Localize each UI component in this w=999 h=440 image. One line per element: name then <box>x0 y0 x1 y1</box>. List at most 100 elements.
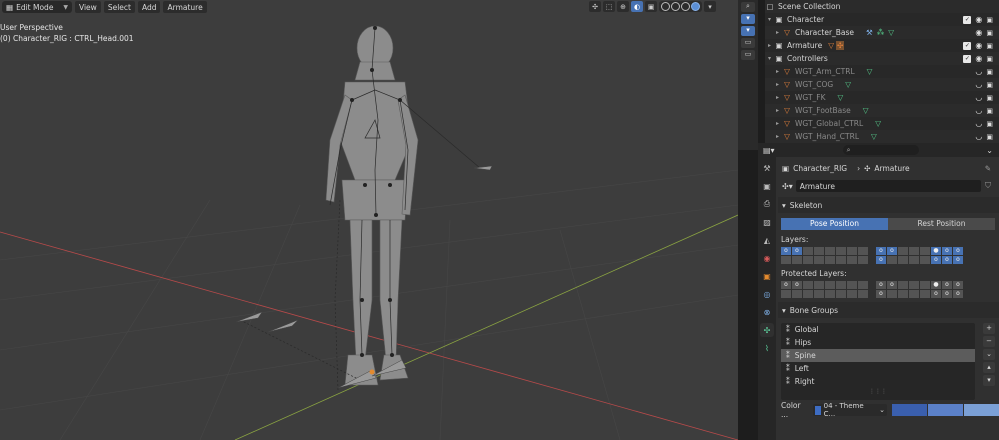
expand-arrow-icon[interactable]: ▸ <box>773 94 782 101</box>
pin-icon[interactable]: ✎ <box>985 164 991 173</box>
eye-hidden-icon[interactable]: ◡ <box>975 93 982 102</box>
camera-icon[interactable]: ▣ <box>986 68 993 76</box>
item-tab-icon[interactable]: ▾ <box>741 14 755 24</box>
wireframe-shading-icon[interactable] <box>661 2 670 11</box>
select-color-swatch[interactable] <box>928 404 963 416</box>
eye-icon[interactable]: ◉ <box>975 15 982 24</box>
menu-select[interactable]: Select <box>103 1 135 13</box>
outliner-row-wgt-footbase[interactable]: ▸ ▽ WGT_FootBase ▽ ◡ ▣ <box>765 104 999 117</box>
eye-hidden-icon[interactable]: ◡ <box>975 67 982 76</box>
menu-view[interactable]: View <box>75 1 101 13</box>
rest-position-button[interactable]: Rest Position <box>888 218 995 230</box>
armature-datablock-icon[interactable]: ✣▾ <box>782 182 793 191</box>
expand-arrow-icon[interactable]: ▾ <box>765 16 774 23</box>
protected-bank-left[interactable]: oo <box>781 281 868 298</box>
show-gizmo-icon[interactable]: ⊕ <box>617 1 629 12</box>
pose-position-button[interactable]: Pose Position <box>781 218 888 230</box>
active-color-swatch[interactable] <box>964 404 999 416</box>
viewport-gizmo-icon[interactable]: ✣ <box>589 1 601 12</box>
expand-arrow-icon[interactable]: ▸ <box>773 81 782 88</box>
material-shading-icon[interactable] <box>681 2 690 11</box>
list-item[interactable]: ⁑ Spine <box>781 349 975 362</box>
armature-data-tab-icon[interactable]: ✣ <box>760 323 774 337</box>
expand-arrow-icon[interactable]: ▸ <box>773 107 782 114</box>
properties-search[interactable]: ⌕ <box>842 145 919 155</box>
include-checkbox[interactable]: ✓ <box>963 54 972 63</box>
tool-tab-icon[interactable]: ▾ <box>741 26 755 36</box>
include-checkbox[interactable]: ✓ <box>963 15 972 24</box>
include-checkbox[interactable]: ✓ <box>963 41 972 50</box>
menu-armature[interactable]: Armature <box>163 1 207 13</box>
eye-hidden-icon[interactable]: ◡ <box>975 132 982 141</box>
constraints-tab-icon[interactable]: ⊗ <box>760 305 774 319</box>
normal-color-swatch[interactable] <box>892 404 927 416</box>
camera-icon[interactable]: ▣ <box>986 55 993 63</box>
bone-groups-list[interactable]: ⁑ Global ⁑ Hips ⁑ Spine ⁑ Left ⁑ Right ⋮⋮⋮ + … <box>781 323 995 400</box>
shading-options-chevron-icon[interactable]: ▾ <box>704 1 716 12</box>
camera-icon[interactable]: ▣ <box>986 29 993 37</box>
rendered-shading-icon[interactable] <box>691 2 700 11</box>
color-set-dropdown[interactable]: 04 - Theme C... ⌄ <box>812 402 887 418</box>
protected-bank-right[interactable]: o o ● o o oooo <box>876 281 963 298</box>
fake-user-shield-icon[interactable]: ⛉ <box>985 181 991 191</box>
outliner-row-wgt-global-ctrl[interactable]: ▸ ▽ WGT_Global_CTRL ▽ ◡ ▣ <box>765 117 999 130</box>
list-resize-grip-icon[interactable]: ⋮⋮⋮ <box>781 388 975 395</box>
editor-type-icon[interactable]: ▤▾ <box>763 146 775 155</box>
bone-groups-panel-header[interactable]: ▾ Bone Groups <box>778 302 999 318</box>
move-down-icon[interactable]: ▾ <box>983 375 995 386</box>
camera-icon[interactable]: ▣ <box>986 107 993 115</box>
outliner-row-wgt-arm-ctrl[interactable]: ▸ ▽ WGT_Arm_CTRL ▽ ◡ ▣ <box>765 65 999 78</box>
wrench-modifier-icon[interactable]: ⚒ <box>866 28 873 37</box>
bone-tab-icon[interactable]: ⌇ <box>760 341 774 355</box>
layer-bank-left[interactable]: oo <box>781 247 868 264</box>
armature-name-field[interactable]: Armature <box>795 180 981 192</box>
camera-icon[interactable]: ▣ <box>986 94 993 102</box>
object-tab-icon[interactable]: ▣ <box>760 269 774 283</box>
list-item[interactable]: ⁑ Hips <box>781 336 975 349</box>
chevron-down-icon[interactable]: ⌄ <box>986 146 993 155</box>
outliner-row-wgt-fk[interactable]: ▸ ▽ WGT_FK ▽ ◡ ▣ <box>765 91 999 104</box>
eye-icon[interactable]: ◉ <box>975 41 982 50</box>
expand-arrow-icon[interactable]: ▸ <box>765 42 774 49</box>
list-item[interactable]: ⁑ Left <box>781 362 975 375</box>
output-tab-icon[interactable]: ⎙ <box>760 197 774 211</box>
eye-hidden-icon[interactable]: ◡ <box>975 106 982 115</box>
expand-arrow-icon[interactable]: ▸ <box>773 120 782 127</box>
camera-icon[interactable]: ▣ <box>986 42 993 50</box>
physics-tab-icon[interactable]: ◎ <box>760 287 774 301</box>
skeleton-panel-header[interactable]: ▾ Skeleton <box>778 197 999 213</box>
view-tab-icon[interactable]: ▭ <box>741 38 755 48</box>
expand-arrow-icon[interactable]: ▸ <box>773 68 782 75</box>
outliner-row-character-base[interactable]: ▸ ▽ Character_Base ⚒ ⁂ ▽ ◉ ▣ <box>765 26 999 39</box>
specials-chevron-icon[interactable]: ⌄ <box>983 349 995 360</box>
render-tab-icon[interactable]: ▣ <box>760 179 774 193</box>
overlays-icon[interactable]: ◐ <box>631 1 643 12</box>
move-up-icon[interactable]: ▴ <box>983 362 995 373</box>
eye-hidden-icon[interactable]: ◡ <box>975 119 982 128</box>
menu-add[interactable]: Add <box>137 1 161 13</box>
eye-icon[interactable]: ◉ <box>975 28 982 37</box>
camera-icon[interactable]: ▣ <box>986 81 993 89</box>
create-tab-icon[interactable]: ▭ <box>741 50 755 60</box>
eye-hidden-icon[interactable]: ◡ <box>975 80 982 89</box>
remove-icon[interactable]: − <box>983 336 995 347</box>
outliner-row-wgt-cog[interactable]: ▸ ▽ WGT_COG ▽ ◡ ▣ <box>765 78 999 91</box>
zoom-icon[interactable]: ⌕ <box>741 2 755 12</box>
tool-tab-icon[interactable]: ⚒ <box>760 161 774 175</box>
scene-canvas[interactable] <box>0 0 738 440</box>
add-icon[interactable]: + <box>983 323 995 334</box>
selectability-icon[interactable]: ⬚ <box>603 1 615 12</box>
eye-icon[interactable]: ◉ <box>975 54 982 63</box>
solid-shading-icon[interactable] <box>671 2 680 11</box>
camera-icon[interactable]: ▣ <box>986 133 993 141</box>
outliner-row-wgt-hand-ctrl[interactable]: ▸ ▽ WGT_Hand_CTRL ▽ ◡ ▣ <box>765 130 999 143</box>
camera-icon[interactable]: ▣ <box>986 120 993 128</box>
world-tab-icon[interactable]: ◉ <box>760 251 774 265</box>
list-item[interactable]: ⁑ Right <box>781 375 975 388</box>
mode-selector[interactable]: ▦ Edit Mode ▼ <box>2 1 72 13</box>
xray-icon[interactable]: ▣ <box>645 1 657 12</box>
layer-bank-right[interactable]: o o ● o o oooo <box>876 247 963 264</box>
camera-icon[interactable]: ▣ <box>986 16 993 24</box>
outliner-scene-collection[interactable]: ▢ Scene Collection <box>765 0 999 13</box>
scene-tab-icon[interactable]: ◭ <box>760 233 774 247</box>
